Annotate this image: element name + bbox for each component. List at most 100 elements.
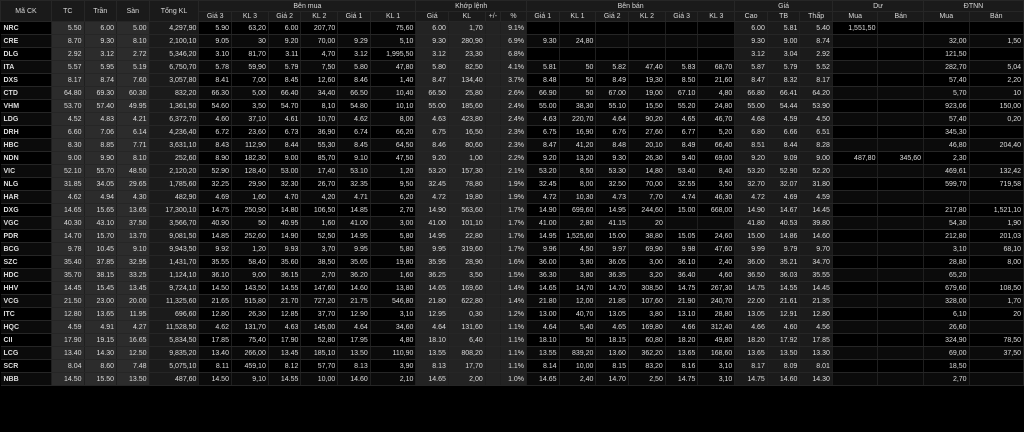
col-header-foreign-buy[interactable]: Mua: [923, 11, 970, 22]
col-header-remaining-buy[interactable]: Mua: [831, 11, 879, 22]
col-header-ask-vol-1[interactable]: KL 1: [558, 11, 597, 22]
col-header-ceiling[interactable]: Trần: [83, 0, 118, 22]
cell-symbol[interactable]: CII: [0, 333, 52, 347]
cell-symbol[interactable]: VGC: [0, 216, 52, 230]
table-row[interactable]: NRC 5.50 6.00 5.00 4,297,90 5.90 63,20 6.00 207,…: [0, 21, 1024, 35]
cell-a2p: 15.00: [595, 229, 629, 243]
cell-symbol[interactable]: VHM: [0, 99, 52, 113]
table-row[interactable]: SCR 8.04 8.60 7.48 5,075,10 8.11 459,10 8.12 57,…: [0, 359, 1024, 373]
col-header-high[interactable]: Cao: [734, 11, 768, 22]
cell-b1p: 14.95: [337, 229, 371, 243]
table-row[interactable]: DXG 14.65 15.65 13.65 17,300,10 14.75 250,90 14…: [0, 203, 1024, 217]
cell-ceiling: 19.15: [84, 333, 118, 347]
col-header-change[interactable]: +/-: [484, 11, 501, 22]
table-row[interactable]: ITA 5.57 5.95 5.19 6,750,70 5.78 59,90 5.79 7,50…: [0, 60, 1024, 74]
col-header-ask-price-2[interactable]: Giá 2: [595, 11, 629, 22]
col-header-average[interactable]: TB: [766, 11, 801, 22]
table-row[interactable]: LDG 4.52 4.83 4.21 6,372,70 4.60 37,10 4.61 10,7…: [0, 112, 1024, 126]
table-row[interactable]: VCG 21.50 23.00 20.00 11,325,60 21.65 515,80 21…: [0, 294, 1024, 308]
cell-symbol[interactable]: HHV: [0, 281, 52, 295]
cell-symbol[interactable]: DXS: [0, 73, 52, 87]
col-header-bid-vol-2[interactable]: KL 2: [300, 11, 339, 22]
cell-symbol[interactable]: ITA: [0, 60, 52, 74]
cell-b2p: 3.11: [268, 47, 302, 61]
table-row[interactable]: VIC 52.10 55.70 48.50 2,120,20 52.90 128,40 53.…: [0, 164, 1024, 178]
cell-symbol[interactable]: HAR: [0, 190, 52, 204]
col-header-remaining-sell[interactable]: Bán: [877, 11, 925, 22]
cell-mv: 157,30: [448, 164, 486, 178]
cell-symbol[interactable]: SZC: [0, 255, 52, 269]
col-header-bid-vol-3[interactable]: KL 3: [230, 11, 269, 22]
table-row[interactable]: CII 17.90 19.15 16.65 5,834,50 17.85 75,40 17.9…: [0, 333, 1024, 347]
cell-symbol[interactable]: PDR: [0, 229, 52, 243]
col-header-ask-vol-2[interactable]: KL 2: [627, 11, 666, 22]
table-row[interactable]: HAR 4.62 4.94 4.30 482,90 4.69 1,60 4.70 4,20 4.7…: [0, 190, 1024, 204]
col-header-ask-price-1[interactable]: Giá 1: [526, 11, 560, 22]
cell-symbol[interactable]: DRH: [0, 125, 52, 139]
col-header-bid-price-1[interactable]: Giá 1: [337, 11, 371, 22]
table-row[interactable]: BCG 9.78 10.45 9.10 9,943,50 9.92 1,20 9.93 3,70…: [0, 242, 1024, 256]
cell-symbol[interactable]: VCG: [0, 294, 52, 308]
table-row[interactable]: NDN 9.00 9.90 8.10 252,60 8.90 182,30 9.00 85,70…: [0, 151, 1024, 165]
col-header-match-vol[interactable]: KL: [447, 11, 486, 22]
table-row[interactable]: DLG 2.92 3.12 2.72 5,346,20 3.10 81,70 3.11 4,70…: [0, 47, 1024, 61]
cell-a3v: 4,60: [697, 268, 736, 282]
cell-b3p: 12.80: [198, 307, 232, 321]
cell-symbol[interactable]: LCG: [0, 346, 52, 360]
cell-symbol[interactable]: NLG: [0, 177, 52, 191]
cell-symbol[interactable]: NBB: [0, 372, 52, 386]
col-header-ask-vol-3[interactable]: KL 3: [697, 11, 736, 22]
table-row[interactable]: ITC 12.80 13.65 11.95 696,60 12.80 26,30 12.85 3…: [0, 307, 1024, 321]
cell-symbol[interactable]: HBC: [0, 138, 52, 152]
cell-symbol[interactable]: ITC: [0, 307, 52, 321]
col-header-bid-vol-1[interactable]: KL 1: [369, 11, 417, 22]
cell-symbol[interactable]: CTD: [0, 86, 52, 100]
cell-symbol[interactable]: CRE: [0, 34, 52, 48]
cell-symbol[interactable]: LDG: [0, 112, 52, 126]
col-header-foreign-sell[interactable]: Bán: [968, 11, 1024, 22]
col-header-low[interactable]: Thấp: [799, 11, 833, 22]
cell-symbol[interactable]: SCR: [0, 359, 52, 373]
cell-symbol[interactable]: NDN: [0, 151, 52, 165]
cell-symbol[interactable]: DLG: [0, 47, 52, 61]
table-row[interactable]: DRH 6.60 7.06 6.14 4,236,40 6.72 23,60 6.73 36,9…: [0, 125, 1024, 139]
col-header-floor[interactable]: Sàn: [116, 0, 150, 22]
cell-symbol[interactable]: BCG: [0, 242, 52, 256]
table-row[interactable]: SZC 35.40 37.85 32.95 1,431,70 35.55 58,40 35.6…: [0, 255, 1024, 269]
col-header-percent[interactable]: %: [499, 11, 528, 22]
cell-b1v: 8,00: [370, 112, 417, 126]
col-header-symbol[interactable]: Mã CK: [0, 0, 52, 22]
cell-a2p: 18.15: [595, 333, 629, 347]
cell-symbol[interactable]: HQC: [0, 320, 52, 334]
cell-rs: [877, 86, 925, 100]
table-row[interactable]: HBC 8.30 8.85 7.71 3,631,10 8.43 112,90 8.44 55,…: [0, 138, 1024, 152]
col-header-ref[interactable]: TC: [50, 0, 85, 22]
cell-symbol[interactable]: HDC: [0, 268, 52, 282]
table-row[interactable]: DXS 8.17 8.74 7.60 3,057,80 8.41 7,00 8.45 12,60…: [0, 73, 1024, 87]
col-header-bid-price-2[interactable]: Giá 2: [267, 11, 302, 22]
table-row[interactable]: LCG 13.40 14.30 12.50 9,835,20 13.40 266,00 13.…: [0, 346, 1024, 360]
cell-symbol[interactable]: NRC: [0, 21, 52, 35]
table-row[interactable]: VGC 40.30 43.10 37.50 3,566,70 40.90 50 40.95 1,…: [0, 216, 1024, 230]
cell-pct: 9.1%: [500, 21, 528, 35]
table-row[interactable]: CTD 64.80 69.30 60.30 832,20 66.30 5,00 66.40 34…: [0, 86, 1024, 100]
cell-a3v: 3,50: [697, 177, 736, 191]
col-header-bid-price-3[interactable]: Giá 3: [198, 11, 232, 22]
col-header-match-price[interactable]: Giá: [415, 11, 449, 22]
cell-symbol[interactable]: VIC: [0, 164, 52, 178]
cell-rs: [877, 307, 925, 321]
table-row[interactable]: CRE 8.70 9.30 8.10 2,100,10 9.05 30 9.20 70,00 9.…: [0, 34, 1024, 48]
table-row[interactable]: NBB 14.50 15.50 13.50 487,60 14.50 9,10 14.55 10…: [0, 372, 1024, 386]
table-row[interactable]: PDR 14.70 15.70 13.70 9,081,50 14.85 252,60 14.…: [0, 229, 1024, 243]
col-header-total-volume[interactable]: Tổng KL: [148, 0, 200, 22]
cell-ref: 8.70: [51, 34, 85, 48]
cell-chg: [485, 268, 501, 282]
table-row[interactable]: HDC 35.70 38.15 33.25 1,124,10 36.10 9,00 36.15…: [0, 268, 1024, 282]
table-row[interactable]: HQC 4.59 4.91 4.27 11,528,50 4.62 131,70 4.63 14…: [0, 320, 1024, 334]
table-row[interactable]: NLG 31.85 34.05 29.65 1,785,60 32.25 29,90 32.3…: [0, 177, 1024, 191]
col-header-ask-price-3[interactable]: Giá 3: [664, 11, 699, 22]
cell-ref: 13.40: [51, 346, 85, 360]
cell-symbol[interactable]: DXG: [0, 203, 52, 217]
table-row[interactable]: HHV 14.45 15.45 13.45 9,724,10 14.50 143,50 14.…: [0, 281, 1024, 295]
table-row[interactable]: VHM 53.70 57.40 49.95 1,361,50 54.60 3,50 54.70…: [0, 99, 1024, 113]
